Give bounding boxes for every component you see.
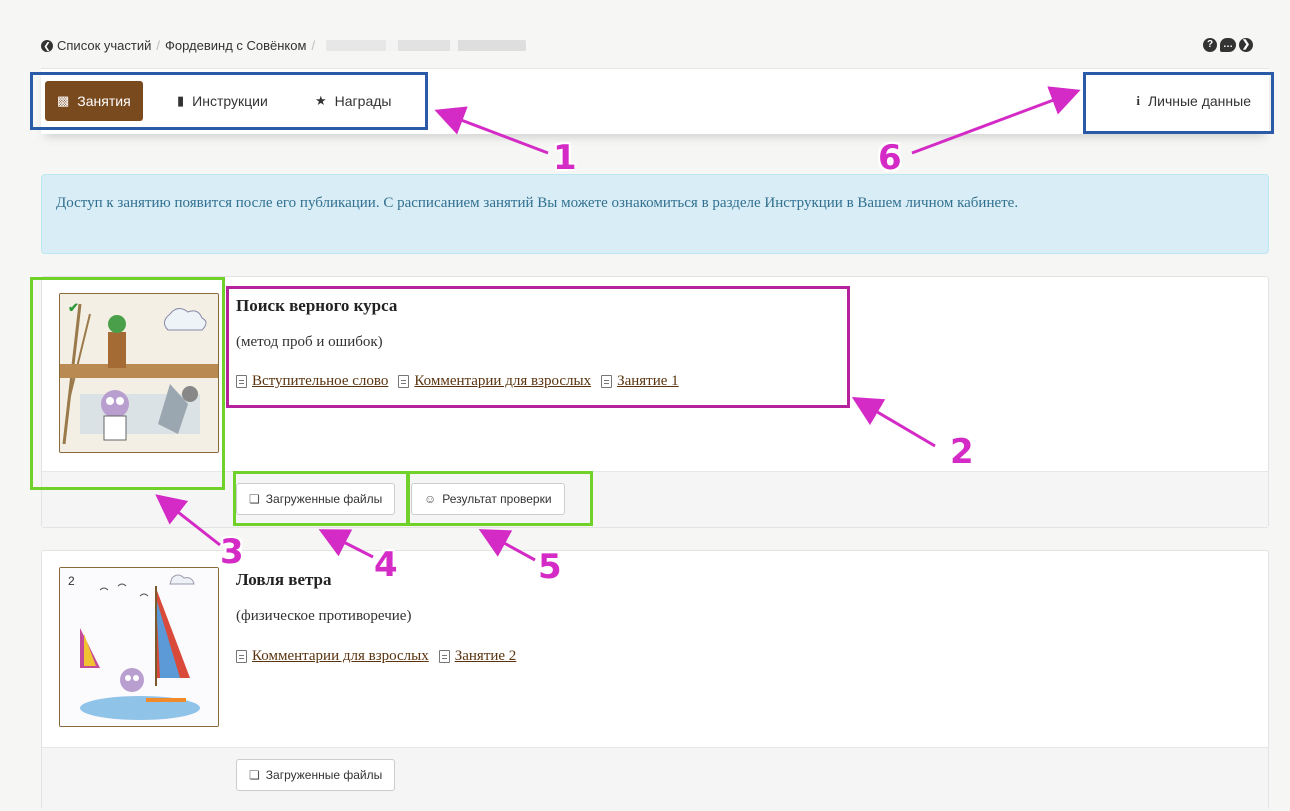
lesson-number: 2 bbox=[68, 574, 75, 588]
lesson-illustration bbox=[60, 568, 218, 726]
arrow-circle-icon[interactable]: ❯ bbox=[1239, 38, 1253, 52]
breadcrumb: ❮ Список участий / Фордевинд с Совёнком … bbox=[41, 38, 527, 53]
annotation-box-personal-data bbox=[1083, 72, 1274, 134]
breadcrumb-blurred-item bbox=[326, 40, 527, 51]
breadcrumb-back-link[interactable]: Список участий bbox=[57, 38, 151, 53]
annotation-box-uploaded-files bbox=[233, 471, 409, 526]
pdf-link-lesson[interactable]: Занятие 2 bbox=[438, 648, 516, 665]
arrow-left-circle-icon: ❮ bbox=[41, 39, 53, 52]
breadcrumb-separator: / bbox=[156, 38, 160, 53]
breadcrumb-course-link[interactable]: Фордевинд с Совёнком bbox=[165, 38, 306, 53]
annotation-number: 3 bbox=[220, 532, 244, 572]
lesson-card-footer: ❏ Загруженные файлы ☺ Результат проверки bbox=[42, 471, 1268, 527]
help-icon[interactable]: ? bbox=[1203, 38, 1217, 52]
files-icon: ❏ bbox=[249, 768, 260, 782]
annotation-number: 1 bbox=[553, 138, 577, 178]
annotation-box-thumbnail bbox=[30, 277, 225, 490]
annotation-number: 4 bbox=[374, 545, 398, 585]
annotation-box-nav-tabs bbox=[30, 72, 428, 130]
info-alert: Доступ к занятию появится после его публ… bbox=[41, 174, 1269, 254]
lesson-card-2: 2 Ловля ветра (физическое противоречие) … bbox=[41, 550, 1269, 811]
annotation-number: 5 bbox=[538, 547, 562, 587]
annotation-box-lesson-info bbox=[226, 286, 850, 408]
annotation-number: 6 bbox=[878, 138, 902, 178]
uploaded-files-button[interactable]: ❏ Загруженные файлы bbox=[236, 759, 396, 791]
breadcrumb-separator: / bbox=[311, 38, 316, 53]
lesson-links: Комментарии для взрослых Занятие 2 bbox=[236, 648, 516, 665]
pdf-icon bbox=[236, 650, 247, 663]
top-icons: ? … ❯ bbox=[1203, 38, 1253, 52]
lesson-thumbnail[interactable]: 2 bbox=[59, 567, 219, 727]
pdf-icon bbox=[438, 650, 450, 663]
pdf-link-adult-comments[interactable]: Комментарии для взрослых bbox=[236, 648, 429, 665]
annotation-number: 2 bbox=[950, 432, 974, 472]
chat-icon[interactable]: … bbox=[1220, 38, 1236, 52]
annotation-box-check-result bbox=[407, 471, 593, 526]
lesson-subtitle: (физическое противоречие) bbox=[236, 608, 412, 624]
info-alert-text: Доступ к занятию появится после его публ… bbox=[56, 195, 1019, 211]
lesson-card-footer: ❏ Загруженные файлы bbox=[42, 747, 1268, 811]
lesson-title: Ловля ветра bbox=[236, 570, 332, 589]
